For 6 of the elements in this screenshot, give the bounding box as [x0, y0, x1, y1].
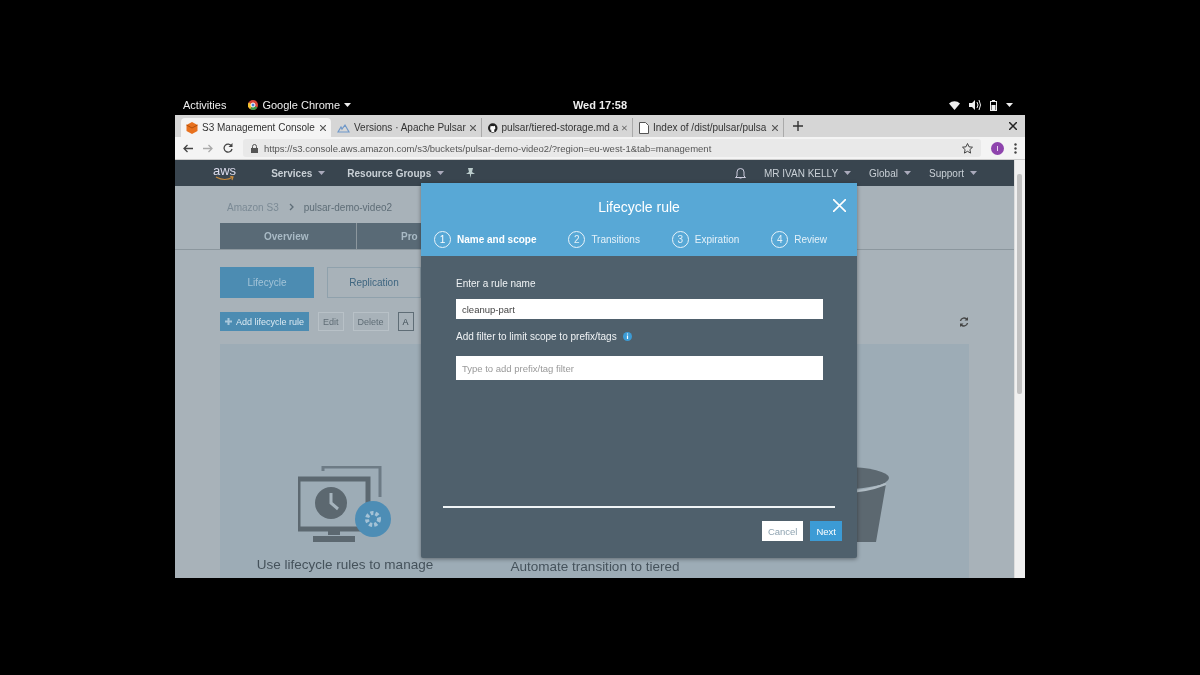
- breadcrumb-current: pulsar-demo-video2: [303, 201, 393, 213]
- field-label: Add filter to limit scope to prefix/tags: [456, 331, 617, 342]
- feature-caption: Use lifecycle rules to manage: [256, 557, 434, 572]
- dialog-title: Lifecycle rule: [598, 199, 680, 215]
- feature-caption: Automate transition to tiered: [510, 559, 680, 574]
- field-label: Enter a rule name: [456, 278, 536, 289]
